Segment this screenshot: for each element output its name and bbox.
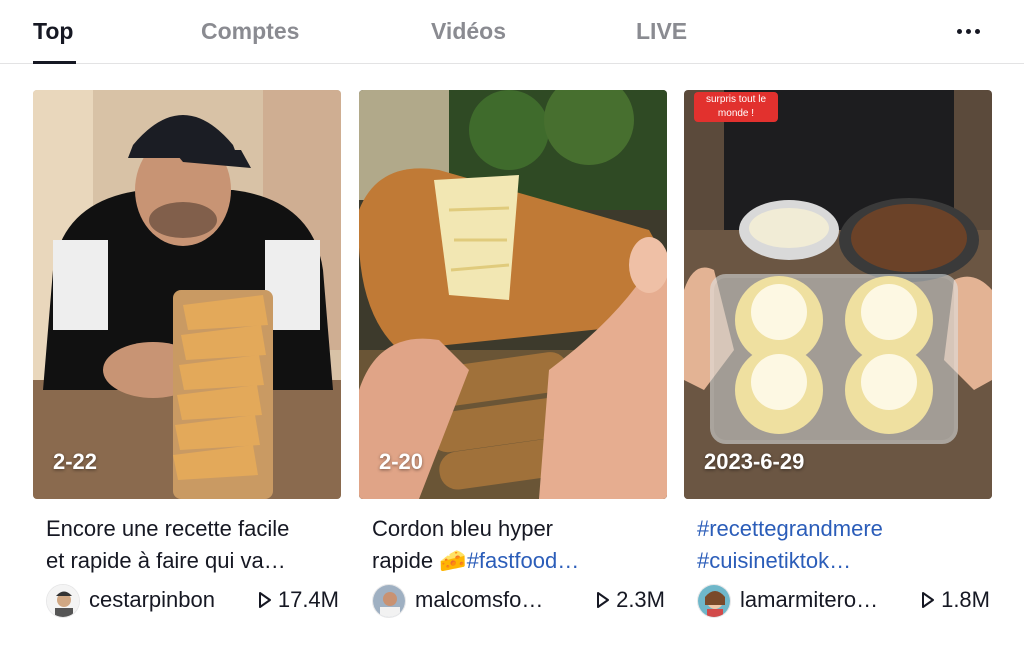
- thumbnail-image: [359, 90, 667, 499]
- tab-top[interactable]: Top: [33, 18, 73, 45]
- video-meta: lamarmitero… 1.8M: [684, 582, 992, 618]
- video-description[interactable]: #recettegrandmere #cuisinetiktok…: [697, 513, 987, 577]
- video-thumbnail[interactable]: 2-20: [359, 90, 667, 499]
- video-date: 2-20: [379, 449, 424, 474]
- video-card-1[interactable]: 2-22 Encore une recette facile et rapide…: [33, 90, 341, 618]
- description-line: Cordon bleu hyper: [372, 516, 554, 541]
- description-line: et rapide à faire qui va…: [46, 548, 286, 573]
- tab-videos[interactable]: Vidéos: [431, 18, 506, 45]
- video-meta: cestarpinbon 17.4M: [33, 582, 341, 618]
- video-card-3[interactable]: surpris tout le monde ! 2023-6-29 #recet…: [684, 90, 992, 618]
- video-date: 2023-6-29: [704, 449, 805, 474]
- view-count-value: 2.3M: [616, 587, 665, 612]
- hashtag[interactable]: #cuisinetiktok…: [697, 545, 987, 577]
- view-count-value: 17.4M: [277, 587, 339, 612]
- avatar[interactable]: [46, 584, 80, 618]
- play-icon: [258, 592, 271, 608]
- view-count: 1.8M: [921, 587, 990, 613]
- play-icon: [597, 592, 610, 608]
- more-horizontal-icon[interactable]: [950, 16, 986, 46]
- cheese-emoji: 🧀: [439, 548, 467, 573]
- description-text: rapide: [372, 548, 440, 573]
- video-description[interactable]: Encore une recette facile et rapide à fa…: [46, 513, 336, 577]
- description-line: rapide 🧀#fastfood…: [372, 545, 662, 577]
- view-count: 17.4M: [258, 587, 339, 613]
- play-icon: [922, 592, 935, 608]
- username[interactable]: malcomsfo…: [415, 587, 543, 613]
- tab-comptes[interactable]: Comptes: [201, 18, 299, 45]
- video-thumbnail[interactable]: 2-22: [33, 90, 341, 499]
- thumbnail-image: [684, 90, 992, 499]
- video-sticker: surpris tout le monde !: [694, 92, 778, 122]
- video-date: 2-22: [53, 449, 98, 474]
- avatar[interactable]: [697, 584, 731, 618]
- video-description[interactable]: Cordon bleu hyper rapide 🧀#fastfood…: [372, 513, 662, 577]
- video-thumbnail[interactable]: surpris tout le monde ! 2023-6-29: [684, 90, 992, 499]
- username[interactable]: cestarpinbon: [89, 587, 215, 613]
- tab-live[interactable]: LIVE: [636, 18, 687, 45]
- video-card-2[interactable]: 2-20 Cordon bleu hyper rapide 🧀#fastfood…: [359, 90, 667, 618]
- hashtag[interactable]: #recettegrandmere: [697, 513, 987, 545]
- username[interactable]: lamarmitero…: [740, 587, 878, 613]
- search-tabs-bar: Top Comptes Vidéos LIVE: [0, 0, 1024, 64]
- video-meta: malcomsfo… 2.3M: [359, 582, 667, 618]
- hashtag[interactable]: #fastfood…: [467, 548, 580, 573]
- avatar[interactable]: [372, 584, 406, 618]
- view-count: 2.3M: [596, 587, 665, 613]
- thumbnail-image: [33, 90, 341, 499]
- active-tab-indicator: [33, 61, 76, 64]
- description-line: Encore une recette facile: [46, 516, 290, 541]
- view-count-value: 1.8M: [941, 587, 990, 612]
